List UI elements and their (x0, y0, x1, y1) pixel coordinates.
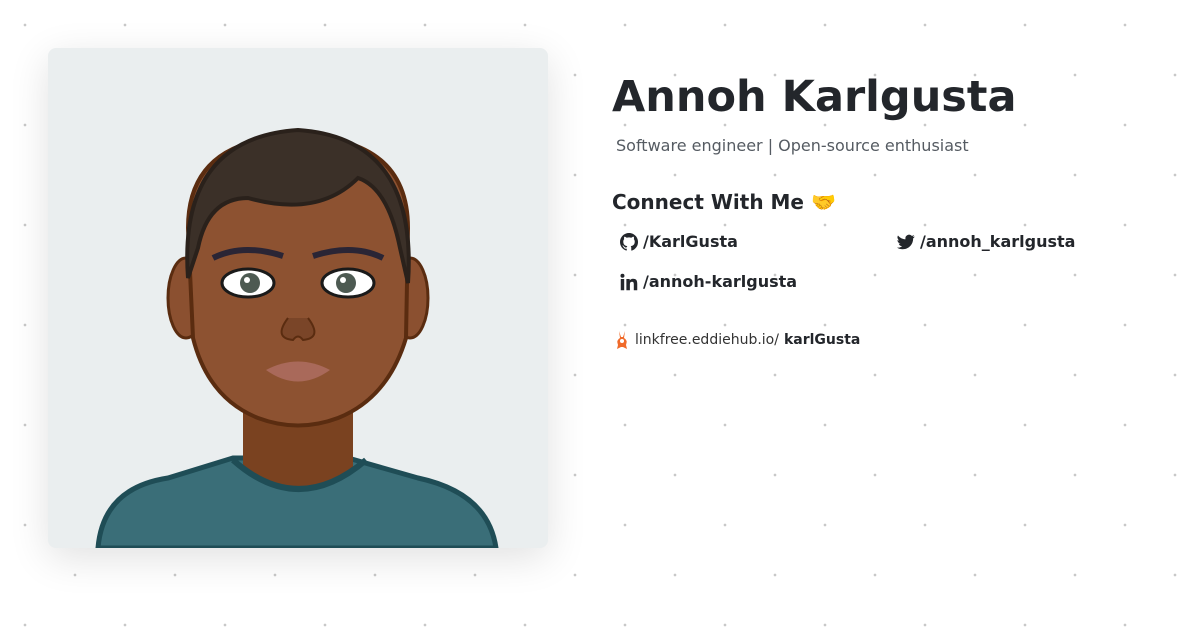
twitter-icon (897, 234, 915, 249)
linkedin-link[interactable]: /annoh-karlgusta (620, 272, 797, 291)
twitter-link-label: /annoh_karlgusta (920, 232, 1076, 251)
avatar (95, 127, 499, 548)
linkfree-mascot-icon (617, 331, 627, 349)
linkedin-link-label: /annoh-karlgusta (643, 272, 798, 291)
twitter-link[interactable]: /annoh_karlgusta (897, 232, 1075, 251)
linkfree-link[interactable]: linkfree.eddiehub.io/ karlGusta (614, 330, 860, 350)
avatar-card (48, 48, 548, 548)
linkfree-prefix: linkfree.eddiehub.io/ (635, 332, 779, 348)
connect-heading-text: Connect With Me (612, 190, 804, 214)
connect-heading: Connect With Me 🤝 (612, 190, 836, 214)
github-link[interactable]: /KarlGusta (620, 232, 738, 251)
linkedin-icon (620, 273, 638, 290)
profile-subtitle: Software engineer | Open-source enthusia… (616, 136, 969, 155)
linkfree-username: karlGusta (783, 332, 861, 348)
github-icon (620, 232, 638, 251)
github-link-label: /KarlGusta (643, 232, 738, 251)
profile-name: Annoh Karlgusta (612, 72, 1017, 122)
handshake-icon: 🤝 (810, 190, 836, 214)
